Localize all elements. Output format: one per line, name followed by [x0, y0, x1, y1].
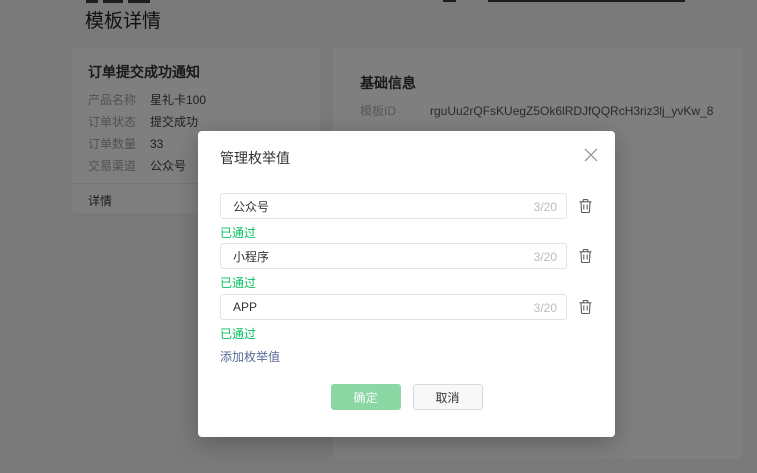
enum-value-row: 3/20 — [220, 193, 593, 219]
enum-value-row: 3/20 — [220, 243, 593, 269]
close-icon[interactable] — [581, 145, 601, 165]
modal-title: 管理枚举值 — [220, 148, 290, 168]
cancel-button[interactable]: 取消 — [413, 384, 483, 410]
modal-footer: 确定 取消 — [198, 384, 615, 410]
enum-value-input[interactable] — [220, 193, 567, 219]
enum-input-wrap: 3/20 — [220, 294, 567, 320]
enum-value-row: 3/20 — [220, 294, 593, 320]
manage-enum-modal: 管理枚举值 3/20 已通过 3/20 已通过 — [198, 131, 615, 437]
trash-icon[interactable] — [577, 248, 593, 265]
enum-status-badge: 已通过 — [220, 224, 256, 241]
enum-value-input[interactable] — [220, 294, 567, 320]
enum-input-wrap: 3/20 — [220, 193, 567, 219]
char-counter: 3/20 — [534, 250, 557, 264]
char-counter: 3/20 — [534, 301, 557, 315]
enum-input-wrap: 3/20 — [220, 243, 567, 269]
enum-value-input[interactable] — [220, 243, 567, 269]
add-enum-value-link[interactable]: 添加枚举值 — [220, 348, 280, 365]
confirm-button[interactable]: 确定 — [331, 384, 401, 410]
enum-status-badge: 已通过 — [220, 274, 256, 291]
char-counter: 3/20 — [534, 200, 557, 214]
trash-icon[interactable] — [577, 198, 593, 215]
enum-status-badge: 已通过 — [220, 325, 256, 342]
trash-icon[interactable] — [577, 299, 593, 316]
